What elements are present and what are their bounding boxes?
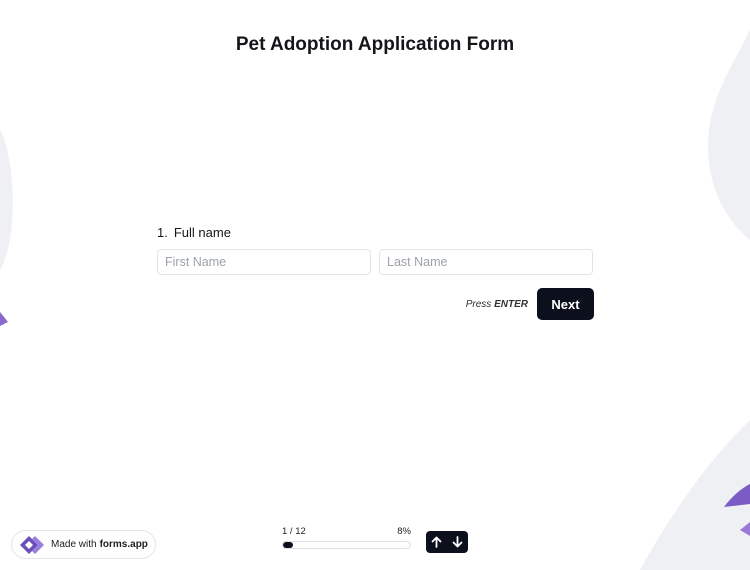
next-question-button[interactable] — [447, 531, 468, 553]
badge-prefix: Made with — [51, 539, 97, 550]
background-decoration — [0, 0, 750, 570]
enter-hint: Press ENTER — [466, 299, 528, 310]
arrow-down-icon — [452, 536, 463, 548]
made-with-badge[interactable]: Made with forms.app — [11, 530, 156, 559]
first-name-input[interactable] — [157, 249, 371, 275]
name-inputs — [157, 249, 594, 275]
previous-question-button[interactable] — [426, 531, 447, 553]
progress-percent: 8% — [397, 526, 411, 537]
next-button[interactable]: Next — [537, 288, 594, 320]
forms-app-logo-icon — [20, 535, 44, 554]
question-navigation — [426, 531, 468, 553]
progress-bar-fill — [283, 542, 294, 548]
progress-indicator: 1 / 12 8% — [282, 526, 411, 549]
enter-hint-prefix: Press — [465, 298, 492, 310]
question-full-name: 1. Full name — [157, 225, 594, 275]
arrow-up-icon — [431, 536, 442, 548]
form-title: Pet Adoption Application Form — [235, 34, 515, 55]
question-text: Full name — [173, 225, 231, 240]
question-number: 1. — [157, 225, 168, 240]
question-actions: Press ENTER Next — [157, 288, 594, 320]
enter-key-label: ENTER — [494, 298, 528, 310]
progress-counter: 1 / 12 — [282, 526, 306, 537]
question-label: 1. Full name — [157, 225, 594, 240]
progress-bar — [282, 541, 411, 549]
last-name-input[interactable] — [379, 249, 593, 275]
badge-brand: forms.app — [99, 539, 148, 550]
